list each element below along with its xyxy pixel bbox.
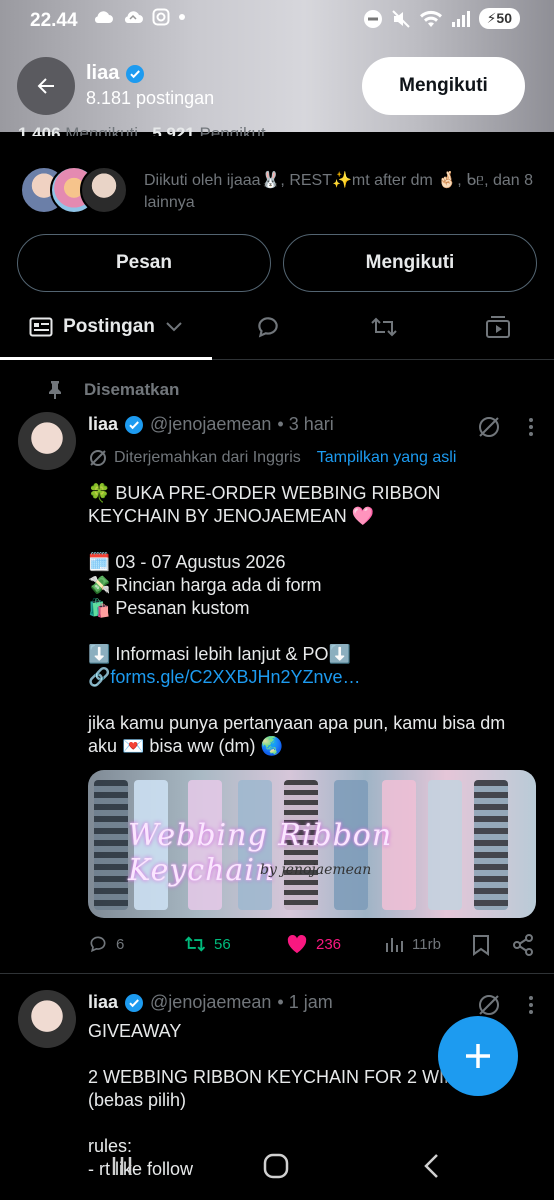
post-time: • 1 jam <box>277 992 333 1012</box>
more-options-icon[interactable] <box>528 995 534 1015</box>
profile-tabs: Postingan <box>0 296 554 360</box>
pinned-label: Disematkan <box>46 378 179 402</box>
back-nav-icon[interactable] <box>418 1152 446 1180</box>
verified-badge-icon <box>125 415 144 434</box>
tab-posts[interactable]: Postingan <box>0 296 212 360</box>
image-subtitle: by jenojaemean <box>260 862 372 878</box>
grok-icon[interactable] <box>476 414 502 440</box>
verified-badge-icon <box>126 64 145 83</box>
arrow-left-icon <box>37 78 54 94</box>
post-text: 🍀 BUKA PRE-ORDER WEBBING RIBBON KEYCHAIN… <box>88 483 506 756</box>
signal-icon <box>451 10 470 27</box>
grok-icon[interactable] <box>476 992 502 1018</box>
followed-by-text: Diikuti oleh ijaaa🐰, REST✨mt after dm 🤞🏻… <box>144 172 534 211</box>
status-time: 22.44 <box>30 10 78 31</box>
recent-apps-icon[interactable] <box>108 1152 136 1180</box>
post-meta: liaa @jenojaemean • 1 jam <box>88 992 333 1013</box>
header-following-button[interactable]: Mengikuti <box>362 57 525 115</box>
cloud-icon <box>94 11 113 23</box>
post-author-name[interactable]: liaa <box>88 992 118 1013</box>
repost-button[interactable]: 56 <box>184 934 231 954</box>
repost-icon <box>184 936 206 952</box>
post-meta: liaa @jenojaemean • 3 hari <box>88 414 334 435</box>
post-link[interactable]: forms.gle/C2XXBJHn2YZnve… <box>110 667 360 687</box>
pin-icon <box>49 381 61 399</box>
like-button[interactable]: 236 <box>286 934 341 954</box>
avatar[interactable] <box>18 412 76 470</box>
status-bar: 22.44 ⚡50 <box>0 0 554 44</box>
reply-icon <box>90 936 106 953</box>
translate-icon <box>90 450 106 466</box>
verified-badge-icon <box>125 993 144 1012</box>
tab-replies[interactable] <box>230 296 306 358</box>
mute-icon <box>391 9 410 28</box>
home-icon[interactable] <box>262 1152 290 1180</box>
post-image[interactable]: Webbing Ribbon Keychain by jenojaemean <box>88 770 536 918</box>
following-button[interactable]: Mengikuti <box>283 234 537 292</box>
profile-actions: Pesan Mengikuti <box>17 234 537 292</box>
compose-button[interactable] <box>438 1016 518 1096</box>
post-actions: 6 56 236 11rb <box>88 934 536 960</box>
post-handle[interactable]: @jenojaemean <box>150 992 271 1013</box>
reply-bubble-icon <box>258 317 278 338</box>
tab-reposts[interactable] <box>346 296 422 358</box>
avatar[interactable] <box>18 990 76 1048</box>
views-button[interactable]: 11rb <box>384 934 441 954</box>
post-handle[interactable]: @jenojaemean <box>150 414 271 435</box>
dnd-icon <box>363 9 382 28</box>
follower-avatars <box>20 166 130 214</box>
follow-stats: 1.406 Mengikuti 5.921 Pengikut <box>18 124 266 136</box>
instagram-icon <box>152 8 170 26</box>
image-ribbon <box>94 780 128 910</box>
message-button[interactable]: Pesan <box>17 234 271 292</box>
reply-button[interactable]: 6 <box>88 934 124 954</box>
back-button[interactable] <box>17 57 75 115</box>
posts-icon <box>29 317 53 337</box>
media-icon <box>486 316 510 338</box>
battery-indicator: ⚡50 <box>478 8 520 29</box>
bookmark-button[interactable] <box>472 934 490 956</box>
show-original-link[interactable]: Tampilkan yang asli <box>317 449 457 467</box>
tab-media[interactable] <box>460 296 536 358</box>
header-post-count: 8.181 postingan <box>86 88 215 108</box>
dot-icon <box>179 14 185 20</box>
share-icon <box>513 934 533 956</box>
translation-note: Diterjemahkan dari Inggris Tampilkan yan… <box>88 448 456 468</box>
avatar <box>80 166 128 214</box>
repost-icon <box>371 317 397 337</box>
system-nav-bar <box>0 1134 554 1200</box>
post-author-name[interactable]: liaa <box>88 414 118 435</box>
bookmark-icon <box>473 935 489 956</box>
pinned-post[interactable]: liaa @jenojaemean • 3 hari Diterjemahkan… <box>0 410 554 974</box>
followed-by[interactable]: Diikuti oleh ijaaa🐰, REST✨mt after dm 🤞🏻… <box>20 166 540 216</box>
cloud-sync-icon <box>124 11 143 23</box>
chevron-down-icon <box>166 322 182 332</box>
views-icon <box>386 938 403 952</box>
heart-icon <box>287 934 307 954</box>
post-time: • 3 hari <box>277 414 334 434</box>
share-button[interactable] <box>512 934 534 956</box>
header-name: liaa <box>86 62 145 85</box>
wifi-icon <box>419 10 442 27</box>
more-options-icon[interactable] <box>528 417 534 437</box>
plus-icon <box>466 1044 490 1068</box>
